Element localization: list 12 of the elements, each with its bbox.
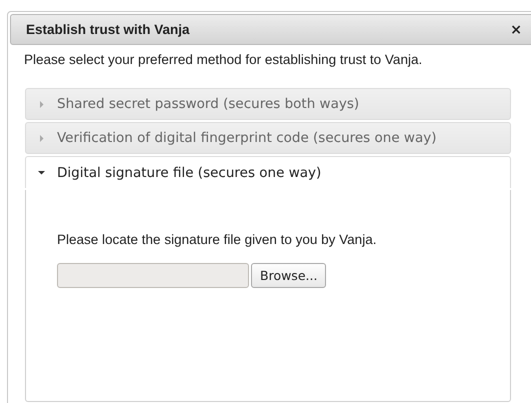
accordion-header[interactable]: Digital signature file (secures one way) [25, 156, 511, 188]
caret-icon [38, 169, 45, 176]
caret-icon [38, 134, 45, 142]
caret-icon [38, 100, 45, 108]
file-path-field[interactable] [57, 263, 249, 288]
browse-button[interactable]: Browse... [251, 263, 326, 288]
accordion-header[interactable]: Verification of digital fingerprint code (secures one way) [25, 122, 511, 154]
accordion-header[interactable]: Shared secret password (secures both ways) [25, 88, 511, 120]
close-button[interactable]: × [510, 22, 522, 38]
intro-text: Please select your preferred method for establishing trust to Vanja. [24, 52, 424, 67]
instruction-text: Please locate the signature file given to you by Vanja. [57, 232, 378, 247]
dialog-title: Establish trust with Vanja [26, 22, 190, 37]
